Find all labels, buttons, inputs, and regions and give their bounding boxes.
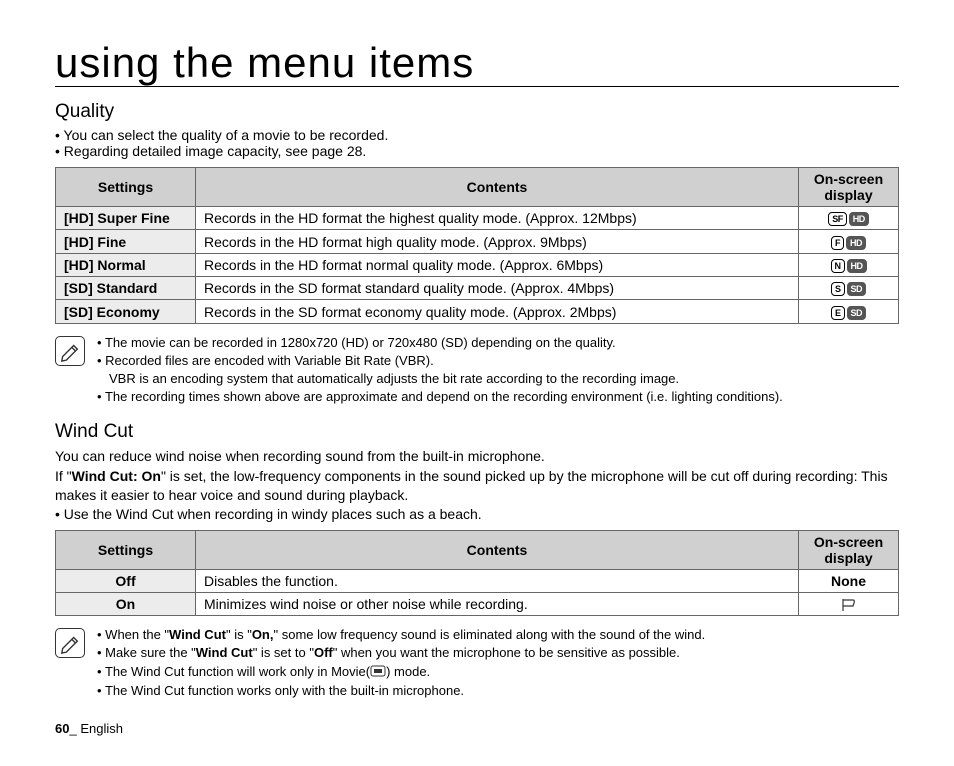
note-item: Make sure the "Wind Cut" is set to "Off"… <box>97 644 705 662</box>
table-row: [HD] Super FineRecords in the HD format … <box>56 207 899 230</box>
quality-table: Settings Contents On-screen display [HD]… <box>55 167 899 323</box>
quality-intro-item: Regarding detailed image capacity, see p… <box>55 143 899 159</box>
note-item: The movie can be recorded in 1280x720 (H… <box>97 334 783 352</box>
cell-content: Records in the HD format normal quality … <box>196 253 799 276</box>
windcut-bullets: Use the Wind Cut when recording in windy… <box>55 506 899 522</box>
format-badge-icon: SD <box>847 306 867 320</box>
windcut-para: You can reduce wind noise when recording… <box>55 447 899 466</box>
quality-badge-icon: SF <box>828 212 847 226</box>
windcut-bullet: Use the Wind Cut when recording in windy… <box>55 506 899 522</box>
cell-display: SFHD <box>799 207 899 230</box>
cell-setting: Off <box>56 569 196 592</box>
table-row: [SD] StandardRecords in the SD format st… <box>56 277 899 300</box>
cell-setting: [HD] Fine <box>56 230 196 253</box>
table-row: [HD] FineRecords in the HD format high q… <box>56 230 899 253</box>
cell-display: ESD <box>799 300 899 323</box>
table-row: [SD] EconomyRecords in the SD format eco… <box>56 300 899 323</box>
table-row: [HD] NormalRecords in the HD format norm… <box>56 253 899 276</box>
cell-setting: [HD] Normal <box>56 253 196 276</box>
quality-badge-icon: E <box>831 306 845 320</box>
cell-display: NHD <box>799 253 899 276</box>
cell-setting: [HD] Super Fine <box>56 207 196 230</box>
cell-display: SSD <box>799 277 899 300</box>
note-item: The Wind Cut function will work only in … <box>97 663 705 681</box>
quality-badge-icon: S <box>831 282 845 296</box>
cell-setting: [SD] Economy <box>56 300 196 323</box>
note-icon <box>55 336 85 366</box>
quality-badge-icon: F <box>831 236 844 250</box>
col-settings: Settings <box>56 168 196 207</box>
col-contents: Contents <box>196 530 799 569</box>
page-footer: 60_ English <box>55 721 899 736</box>
windcut-table: Settings Contents On-screen display Off … <box>55 530 899 616</box>
format-badge-icon: HD <box>846 236 866 250</box>
cell-content: Disables the function. <box>196 569 799 592</box>
col-display: On-screen display <box>799 530 899 569</box>
page-language: English <box>80 721 123 736</box>
quality-intro: You can select the quality of a movie to… <box>55 127 899 159</box>
cell-setting: [SD] Standard <box>56 277 196 300</box>
note-item: The Wind Cut function works only with th… <box>97 682 705 700</box>
windcut-heading: Wind Cut <box>55 421 899 443</box>
cell-content: Records in the HD format high quality mo… <box>196 230 799 253</box>
note-icon <box>55 628 85 658</box>
col-settings: Settings <box>56 530 196 569</box>
note-item: Recorded files are encoded with Variable… <box>97 352 783 387</box>
cell-setting: On <box>56 592 196 615</box>
page-title: using the menu items <box>55 40 899 87</box>
format-badge-icon: HD <box>847 259 867 273</box>
cell-display: FHD <box>799 230 899 253</box>
windcut-para: If "Wind Cut: On" is set, the low-freque… <box>55 467 899 505</box>
format-badge-icon: HD <box>849 212 869 226</box>
windcut-note: When the "Wind Cut" is "On," some low fr… <box>55 626 899 701</box>
cell-display: None <box>799 569 899 592</box>
quality-badge-icon: N <box>831 259 845 273</box>
col-contents: Contents <box>196 168 799 207</box>
quality-note: The movie can be recorded in 1280x720 (H… <box>55 334 899 407</box>
table-row: On Minimizes wind noise or other noise w… <box>56 592 899 615</box>
cell-content: Records in the SD format economy quality… <box>196 300 799 323</box>
cell-content: Minimizes wind noise or other noise whil… <box>196 592 799 615</box>
format-badge-icon: SD <box>847 282 867 296</box>
col-display: On-screen display <box>799 168 899 207</box>
cell-display <box>799 592 899 615</box>
movie-mode-icon <box>370 664 386 682</box>
windcut-flag-icon <box>840 598 858 612</box>
page-number: 60 <box>55 721 69 736</box>
cell-content: Records in the HD format the highest qua… <box>196 207 799 230</box>
quality-heading: Quality <box>55 101 899 123</box>
cell-content: Records in the SD format standard qualit… <box>196 277 799 300</box>
note-item: When the "Wind Cut" is "On," some low fr… <box>97 626 705 644</box>
quality-intro-item: You can select the quality of a movie to… <box>55 127 899 143</box>
table-row: Off Disables the function. None <box>56 569 899 592</box>
note-item: The recording times shown above are appr… <box>97 388 783 406</box>
